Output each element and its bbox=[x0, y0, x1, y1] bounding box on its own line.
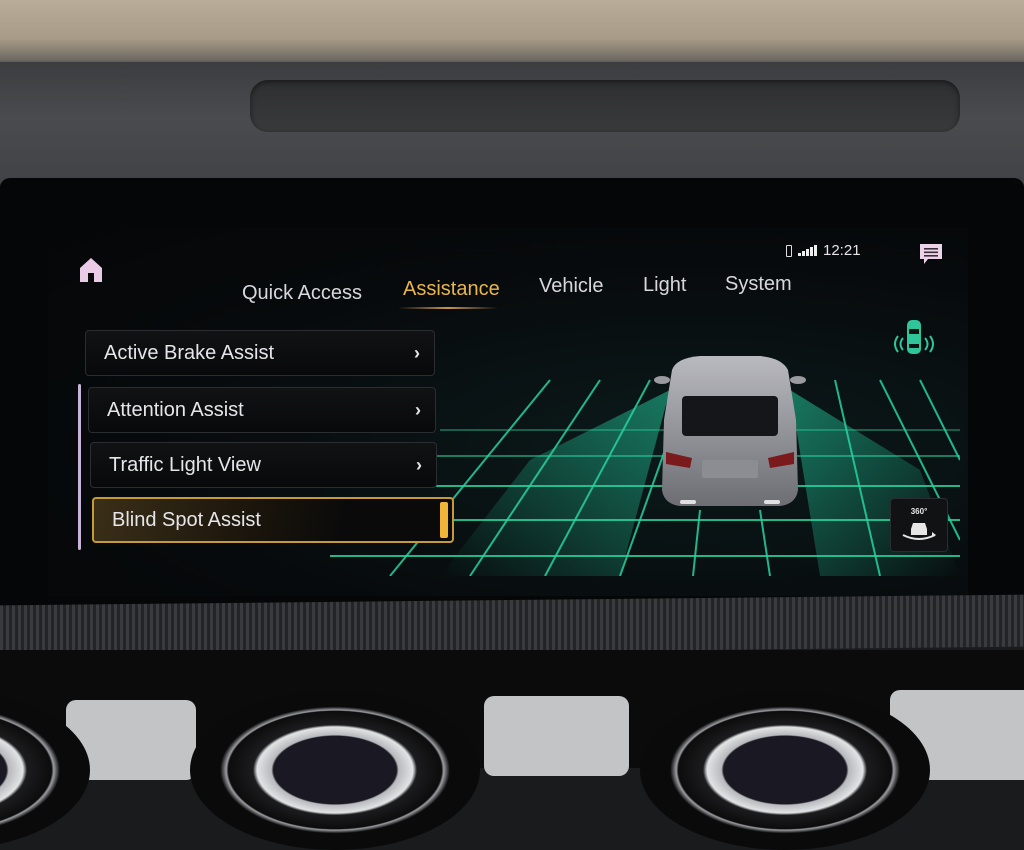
tab-light[interactable]: Light bbox=[643, 274, 686, 297]
chevron-right-icon: › bbox=[415, 399, 421, 420]
car-360-icon bbox=[902, 523, 936, 540]
chevron-right-icon: › bbox=[414, 342, 420, 363]
dashboard-vent bbox=[250, 80, 960, 132]
camera-360-button[interactable]: 360° bbox=[890, 498, 948, 552]
home-icon bbox=[80, 258, 102, 282]
menu-item-blind-spot-assist[interactable]: Blind Spot Assist bbox=[92, 497, 454, 543]
tab-system[interactable]: System bbox=[725, 273, 792, 296]
messages-button[interactable] bbox=[918, 242, 944, 264]
message-icon bbox=[920, 244, 942, 264]
menu-item-label: Blind Spot Assist bbox=[112, 508, 261, 531]
signal-bars-icon bbox=[798, 245, 817, 256]
menu-scrollbar[interactable] bbox=[78, 384, 81, 550]
menu-item-label: Active Brake Assist bbox=[104, 341, 275, 364]
dashboard-panel bbox=[484, 696, 629, 776]
air-vent-left[interactable] bbox=[190, 690, 480, 850]
clock: 12:21 bbox=[823, 242, 861, 259]
menu-item-label: Attention Assist bbox=[107, 398, 244, 421]
blind-spot-status bbox=[888, 318, 940, 362]
menu-item-attention-assist[interactable]: Attention Assist › bbox=[88, 387, 436, 433]
status-bar: 12:21 bbox=[786, 242, 861, 259]
toggle-on-indicator[interactable] bbox=[440, 502, 448, 538]
home-button[interactable] bbox=[76, 254, 106, 286]
battery-icon bbox=[786, 244, 792, 257]
windshield bbox=[0, 0, 1024, 70]
menu-item-active-brake-assist[interactable]: Active Brake Assist › bbox=[85, 330, 435, 376]
menu-item-traffic-light-view[interactable]: Traffic Light View › bbox=[90, 442, 437, 488]
tab-quick-access[interactable]: Quick Access bbox=[242, 282, 362, 305]
tab-bar: Quick Access Assistance Vehicle Light Sy… bbox=[230, 270, 810, 310]
car-sensor-icon bbox=[894, 320, 934, 354]
air-vent-right[interactable] bbox=[640, 690, 930, 850]
chevron-right-icon: › bbox=[416, 454, 422, 475]
active-tab-indicator bbox=[398, 307, 498, 309]
menu-item-label: Traffic Light View bbox=[109, 453, 261, 476]
tab-assistance[interactable]: Assistance bbox=[403, 278, 500, 301]
dashboard-trim bbox=[0, 594, 1024, 658]
sensor-beam-left bbox=[440, 390, 670, 576]
vehicle-model bbox=[654, 356, 806, 506]
tab-vehicle[interactable]: Vehicle bbox=[539, 275, 604, 298]
